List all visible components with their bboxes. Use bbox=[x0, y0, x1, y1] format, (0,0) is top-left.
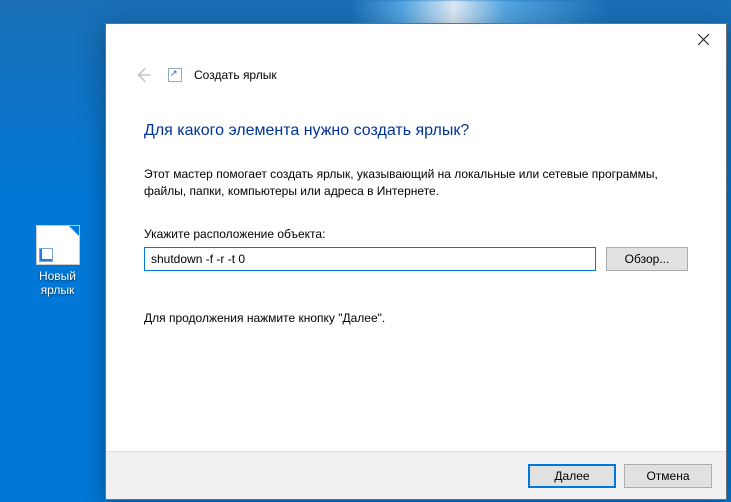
back-button bbox=[130, 62, 156, 88]
dialog-titlebar bbox=[106, 24, 726, 56]
close-icon bbox=[698, 34, 709, 45]
location-label: Укажите расположение объекта: bbox=[144, 227, 688, 241]
wizard-header: Создать ярлык bbox=[106, 56, 726, 88]
wizard-heading: Для какого элемента нужно создать ярлык? bbox=[144, 122, 688, 140]
location-field-row: Обзор... bbox=[144, 247, 688, 271]
shortcut-icon bbox=[168, 68, 182, 82]
desktop-icon-label: Новый ярлык bbox=[30, 269, 85, 297]
shortcut-file-icon bbox=[36, 225, 80, 265]
wizard-title: Создать ярлык bbox=[194, 68, 277, 82]
continue-hint: Для продолжения нажмите кнопку "Далее". bbox=[144, 311, 688, 325]
wizard-footer: Далее Отмена bbox=[106, 451, 726, 499]
desktop-shortcut-icon[interactable]: Новый ярлык bbox=[30, 225, 85, 297]
back-arrow-icon bbox=[134, 66, 152, 84]
close-button[interactable] bbox=[680, 24, 726, 54]
location-input[interactable] bbox=[144, 247, 596, 271]
next-button[interactable]: Далее bbox=[528, 464, 616, 488]
wizard-content: Для какого элемента нужно создать ярлык?… bbox=[106, 88, 726, 451]
browse-button[interactable]: Обзор... bbox=[606, 247, 688, 271]
cancel-button[interactable]: Отмена bbox=[624, 464, 712, 488]
wizard-description: Этот мастер помогает создать ярлык, указ… bbox=[144, 166, 688, 201]
create-shortcut-wizard-dialog: Создать ярлык Для какого элемента нужно … bbox=[105, 23, 727, 500]
